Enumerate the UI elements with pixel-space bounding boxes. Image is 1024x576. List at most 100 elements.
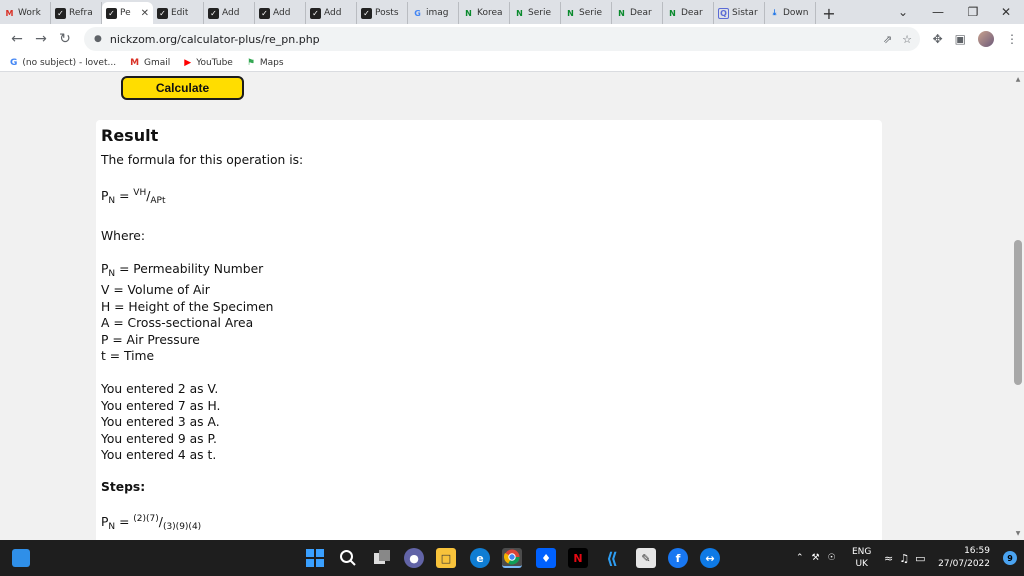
formula-intro: The formula for this operation is: bbox=[101, 153, 304, 167]
browser-tab[interactable]: ⤓ Down bbox=[765, 2, 816, 24]
windows-start-icon[interactable] bbox=[305, 548, 325, 568]
bookmark-item[interactable]: ⚑ Maps bbox=[247, 58, 284, 68]
task-view-icon[interactable] bbox=[372, 548, 392, 568]
browser-tab[interactable]: Gimag bbox=[408, 2, 459, 24]
dark-app-icon: ✓ bbox=[157, 7, 168, 19]
tab-title: imag bbox=[426, 8, 449, 18]
entered-value-item: You entered 2 as V. bbox=[101, 382, 219, 396]
system-clock[interactable]: 16:59 27/07/2022 bbox=[938, 545, 990, 571]
nickzom-n-icon: N bbox=[465, 8, 472, 18]
tab-title: Korea bbox=[477, 8, 503, 18]
bookmark-star-icon[interactable]: ☆ bbox=[902, 33, 912, 46]
side-panel-icon[interactable]: ▣ bbox=[955, 32, 966, 46]
tab-title: Sistar bbox=[732, 8, 758, 18]
definition-item: A = Cross-sectional Area bbox=[101, 316, 254, 330]
browser-tab[interactable]: N Dear bbox=[663, 2, 714, 24]
dropbox-icon[interactable]: ♦ bbox=[536, 548, 556, 568]
netflix-icon[interactable]: N bbox=[568, 548, 588, 568]
lock-icon[interactable]: ● bbox=[94, 34, 102, 44]
input-region[interactable]: UK bbox=[855, 558, 868, 570]
tray-app-icon[interactable]: ⚒ bbox=[812, 553, 820, 563]
bookmarks-bar: G (no subject) - lovet... M Gmail ▶ YouTube ⚑ M… bbox=[0, 54, 1024, 72]
clock-time[interactable]: 16:59 bbox=[938, 545, 990, 558]
wifi-icon[interactable]: ≈ bbox=[884, 552, 893, 565]
profile-avatar[interactable] bbox=[978, 31, 994, 47]
calculate-button[interactable]: Calculate bbox=[121, 76, 244, 100]
url-text[interactable]: nickzom.org/calculator-plus/re_pn.php bbox=[110, 33, 320, 46]
result-panel: Result The formula for this operation is… bbox=[96, 120, 882, 540]
widgets-icon[interactable] bbox=[12, 549, 30, 567]
notification-badge[interactable]: 9 bbox=[1003, 551, 1017, 565]
browser-tab[interactable]: ✓ Add bbox=[204, 2, 255, 24]
file-explorer-icon[interactable]: □ bbox=[436, 548, 456, 568]
notepad-icon[interactable]: ✎ bbox=[636, 548, 656, 568]
browser-tab[interactable]: ✓ Posts bbox=[357, 2, 408, 24]
browser-tab[interactable]: N Serie bbox=[510, 2, 561, 24]
browser-tab[interactable]: ✓ Pe ✕ bbox=[102, 2, 153, 24]
tab-search-chevron-icon[interactable]: ⌄ bbox=[885, 0, 921, 24]
windows-taskbar: ● □ e ♦ N ⟪ ✎ f ↔ ⌃ ⚒ ☉ ENG UK ≈ ♫ ▭ 16:… bbox=[0, 540, 1024, 576]
share-icon[interactable]: ⇗ bbox=[883, 33, 892, 46]
kebab-menu-icon[interactable]: ⋮ bbox=[1006, 32, 1018, 46]
minimize-button[interactable]: — bbox=[920, 0, 956, 24]
close-window-button[interactable]: ✕ bbox=[988, 0, 1024, 24]
tab-title: Dear bbox=[630, 8, 652, 18]
teams-chat-icon[interactable]: ● bbox=[404, 548, 424, 568]
browser-tab[interactable]: N Dear bbox=[612, 2, 663, 24]
bookmark-item[interactable]: ▶ YouTube bbox=[184, 58, 233, 68]
tab-title: Edit bbox=[171, 8, 189, 18]
tab-title: Pe bbox=[120, 8, 131, 18]
volume-icon[interactable]: ♫ bbox=[899, 552, 909, 565]
nickzom-n-icon: N bbox=[516, 8, 523, 18]
definition-item: PN = Permeability Number bbox=[101, 261, 264, 279]
extensions-puzzle-icon[interactable]: ✥ bbox=[933, 32, 943, 46]
browser-tab[interactable]: ✓ Edit bbox=[153, 2, 204, 24]
browser-tab[interactable]: ✓ Add bbox=[306, 2, 357, 24]
forward-arrow-icon[interactable]: → bbox=[30, 28, 52, 50]
search-icon[interactable] bbox=[338, 548, 358, 568]
restore-button[interactable]: ❐ bbox=[955, 0, 991, 24]
reload-icon[interactable]: ↻ bbox=[54, 28, 76, 50]
battery-icon[interactable]: ▭ bbox=[915, 552, 925, 565]
google-icon: G bbox=[10, 57, 18, 68]
browser-tab[interactable]: N Serie bbox=[561, 2, 612, 24]
input-language[interactable]: ENG bbox=[852, 546, 871, 558]
browser-tab[interactable]: ✓ Refra bbox=[51, 2, 102, 24]
facebook-icon[interactable]: f bbox=[668, 548, 688, 568]
download-icon: ⤓ bbox=[772, 8, 777, 17]
entered-value-item: You entered 7 as H. bbox=[101, 398, 221, 413]
back-arrow-icon[interactable]: ← bbox=[6, 28, 28, 50]
bookmark-item[interactable]: G (no subject) - lovet... bbox=[10, 58, 116, 68]
tab-title: Add bbox=[273, 8, 291, 18]
square-icon: Q bbox=[718, 7, 729, 19]
new-tab-button[interactable]: + bbox=[816, 2, 842, 24]
browser-tab[interactable]: N Korea bbox=[459, 2, 510, 24]
bookmark-item[interactable]: M Gmail bbox=[130, 58, 170, 68]
tray-bluetooth-icon[interactable]: ☉ bbox=[828, 553, 836, 563]
edge-icon[interactable]: e bbox=[470, 548, 490, 568]
browser-tab[interactable]: M Work bbox=[0, 2, 51, 24]
tab-title: Dear bbox=[681, 8, 703, 18]
chrome-icon[interactable] bbox=[502, 548, 522, 568]
tab-title: Serie bbox=[579, 8, 602, 18]
scrollbar-thumb[interactable] bbox=[1014, 240, 1022, 385]
scroll-up-arrow-icon[interactable]: ▲ bbox=[1014, 76, 1022, 83]
definitions-list: PN = Permeability Number V = Volume of Ai… bbox=[101, 261, 877, 365]
tray-chevron-icon[interactable]: ⌃ bbox=[796, 553, 804, 563]
youtube-icon: ▶ bbox=[184, 57, 192, 68]
steps-heading: Steps: bbox=[101, 480, 146, 494]
teamviewer-icon[interactable]: ↔ bbox=[700, 548, 720, 568]
scroll-down-arrow-icon[interactable]: ▼ bbox=[1014, 530, 1022, 537]
clock-date[interactable]: 27/07/2022 bbox=[938, 558, 990, 571]
vscode-icon[interactable]: ⟪ bbox=[602, 548, 622, 568]
bookmark-label: YouTube bbox=[196, 57, 233, 68]
tab-title: Serie bbox=[528, 8, 551, 18]
nickzom-n-icon: N bbox=[669, 8, 676, 18]
close-tab-icon[interactable]: ✕ bbox=[141, 8, 149, 19]
tab-title: Work bbox=[18, 8, 41, 18]
browser-tab[interactable]: Q Sistar bbox=[714, 2, 765, 24]
dark-app-icon: ✓ bbox=[361, 7, 372, 19]
address-bar[interactable]: ● nickzom.org/calculator-plus/re_pn.php … bbox=[84, 27, 920, 51]
browser-tab[interactable]: ✓ Add bbox=[255, 2, 306, 24]
dark-app-icon: ✓ bbox=[208, 7, 219, 19]
